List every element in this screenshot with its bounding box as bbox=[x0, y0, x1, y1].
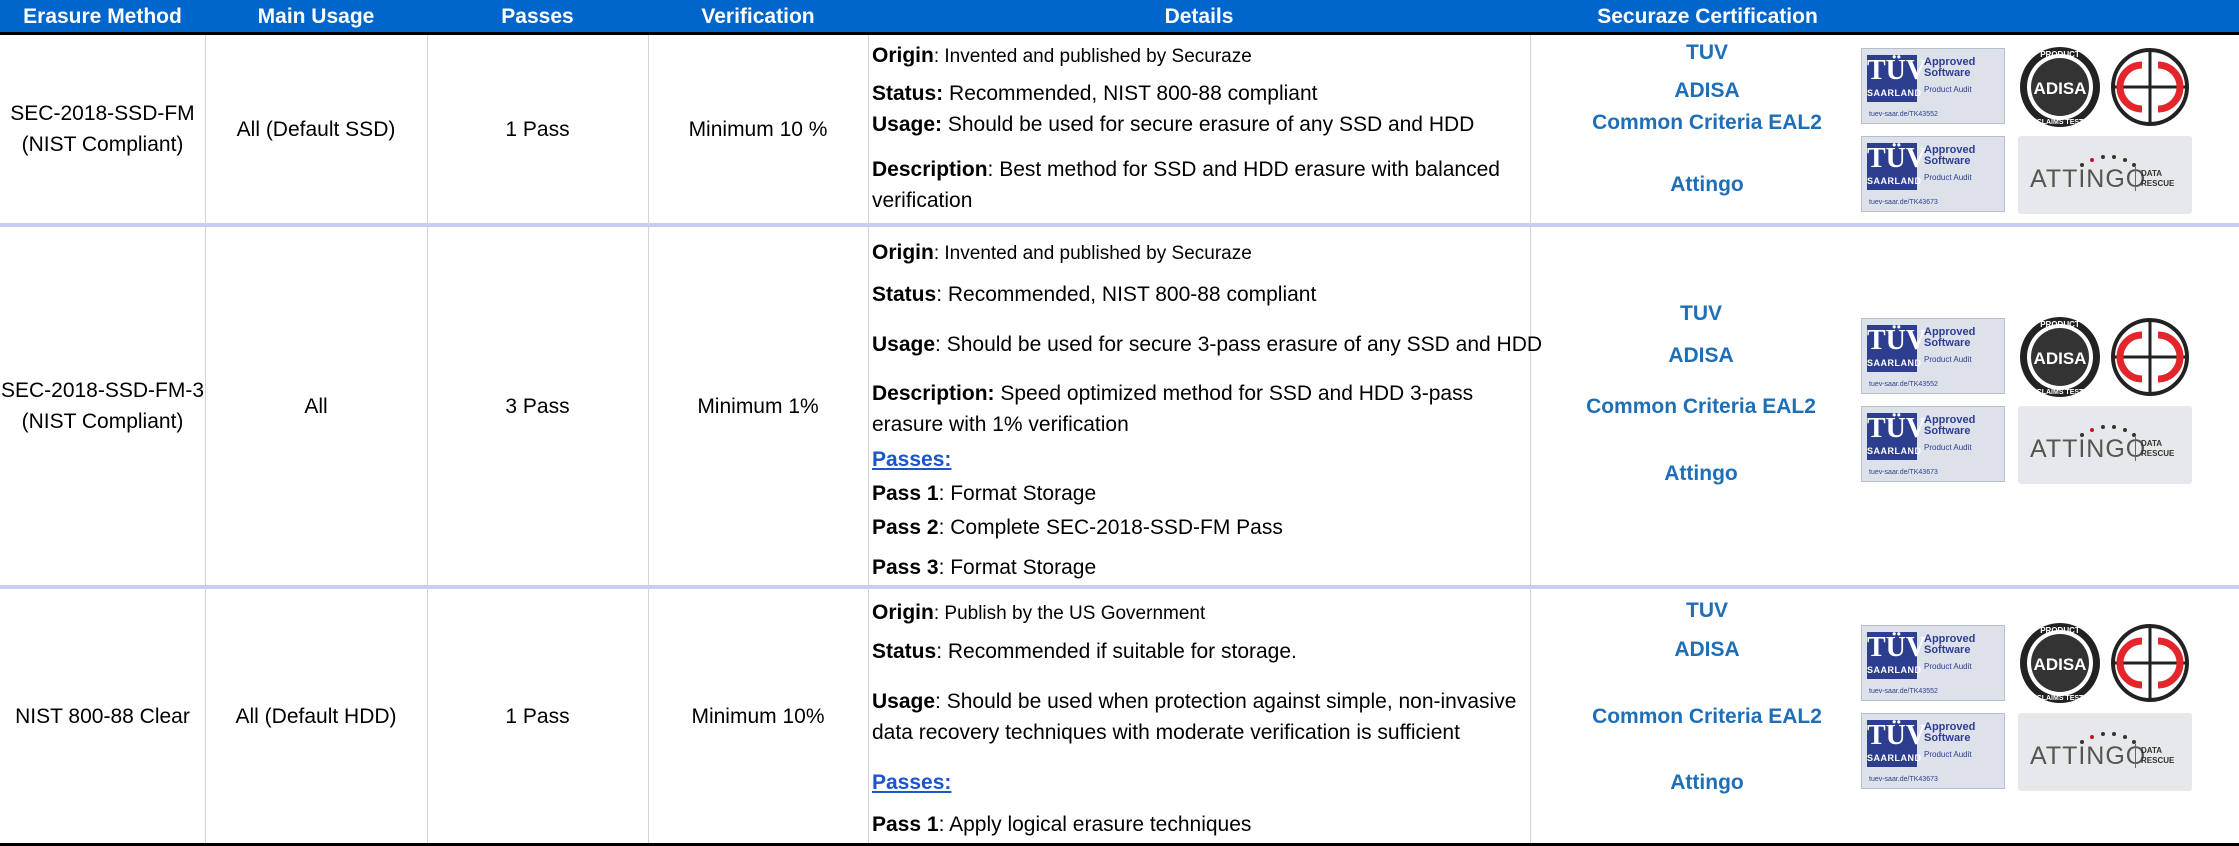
cert-adisa: ADISA bbox=[1668, 344, 1734, 367]
cert-tuv: TUV bbox=[1686, 599, 1728, 622]
method-name: SEC-2018-SSD-FM bbox=[10, 102, 195, 125]
tuv-logo: TÜV SAARLAND Approved Software Product Aud… bbox=[1861, 406, 2005, 482]
cert-common-criteria: Common Criteria EAL2 bbox=[1592, 111, 1822, 134]
detail-pass-1: Pass 1: Format Storage bbox=[872, 482, 1097, 505]
svg-text:ADISA: ADISA bbox=[2034, 349, 2087, 368]
tuv-logo: TÜV SAARLAND Approved Software Product Aud… bbox=[1861, 136, 2005, 212]
spreadsheet: Erasure Method Main Usage Passes Verific… bbox=[0, 0, 2239, 846]
cell-passes[interactable]: 3 Pass bbox=[427, 227, 648, 585]
cert-common-criteria: Common Criteria EAL2 bbox=[1586, 395, 1816, 418]
header-main-usage[interactable]: Main Usage bbox=[205, 0, 427, 32]
cell-erasure-method[interactable]: SEC-2018-SSD-FM-3 (NIST Compliant) bbox=[0, 227, 205, 585]
detail-usage: Usage: Should be used when protection ag… bbox=[872, 690, 1517, 744]
detail-status: Status: Recommended, NIST 800-88 complia… bbox=[872, 82, 1318, 105]
detail-origin: Origin: Invented and published by Secura… bbox=[872, 241, 1252, 264]
cell-verification[interactable]: Minimum 10 % bbox=[648, 35, 868, 223]
cell-main-usage[interactable]: All (Default HDD) bbox=[205, 589, 427, 843]
tuv-logo: TÜV SAARLAND Approved Software Product Aud… bbox=[1861, 625, 2005, 701]
cell-main-usage[interactable]: All bbox=[205, 227, 427, 585]
cell-erasure-method[interactable]: NIST 800-88 Clear bbox=[0, 589, 205, 843]
detail-status: Status: Recommended if suitable for stor… bbox=[872, 640, 1297, 663]
common-criteria-logo bbox=[2111, 624, 2189, 702]
detail-description: Description: Best method for SSD and HDD… bbox=[872, 158, 1500, 212]
cell-verification[interactable]: Minimum 10% bbox=[648, 589, 868, 843]
svg-text:PRODUCT: PRODUCT bbox=[2040, 626, 2080, 635]
header-details[interactable]: Details bbox=[868, 0, 1530, 32]
cert-attingo: Attingo bbox=[1670, 173, 1744, 196]
adisa-logo: PRODUCT ADISA CLAIMS TEST bbox=[2020, 317, 2100, 397]
cell-passes[interactable]: 1 Pass bbox=[427, 35, 648, 223]
svg-text:CLAIMS TEST: CLAIMS TEST bbox=[2037, 695, 2084, 702]
method-compliance: (NIST Compliant) bbox=[21, 410, 184, 433]
cert-common-criteria: Common Criteria EAL2 bbox=[1592, 705, 1822, 728]
cell-verification[interactable]: Minimum 1% bbox=[648, 227, 868, 585]
method-compliance: (NIST Compliant) bbox=[21, 133, 184, 156]
detail-origin: Origin: Invented and published by Secura… bbox=[872, 44, 1252, 67]
detail-pass-1: Pass 1: Apply logical erasure techniques bbox=[872, 813, 1252, 836]
common-criteria-logo bbox=[2111, 318, 2189, 396]
cert-adisa: ADISA bbox=[1674, 638, 1740, 661]
detail-pass-2: Pass 2: Complete SEC-2018-SSD-FM Pass bbox=[872, 516, 1283, 539]
cell-main-usage[interactable]: All (Default SSD) bbox=[205, 35, 427, 223]
common-criteria-logo bbox=[2111, 48, 2189, 126]
attingo-logo: ATTINGO DATA RESCUE bbox=[2018, 713, 2192, 791]
svg-text:CLAIMS TEST: CLAIMS TEST bbox=[2037, 389, 2084, 396]
passes-link[interactable]: Passes: bbox=[872, 444, 951, 475]
cert-attingo: Attingo bbox=[1670, 771, 1744, 794]
tuv-logo: TÜV SAARLAND Approved Software Product Aud… bbox=[1861, 48, 2005, 124]
tuv-logo: TÜV SAARLAND Approved Software Product Aud… bbox=[1861, 318, 2005, 394]
cert-attingo: Attingo bbox=[1664, 462, 1738, 485]
passes-link[interactable]: Passes: bbox=[872, 767, 951, 798]
attingo-logo: ATTINGO DATA RESCUE bbox=[2018, 136, 2192, 214]
gridline bbox=[868, 35, 869, 843]
detail-usage: Usage: Should be used for secure 3-pass … bbox=[872, 333, 1543, 356]
header-erasure-method[interactable]: Erasure Method bbox=[0, 0, 205, 32]
detail-description: Description: Speed optimized method for … bbox=[872, 382, 1474, 436]
header-passes[interactable]: Passes bbox=[427, 0, 648, 32]
svg-text:PRODUCT: PRODUCT bbox=[2040, 50, 2080, 59]
cert-adisa: ADISA bbox=[1674, 79, 1740, 102]
svg-text:ADISA: ADISA bbox=[2034, 655, 2087, 674]
method-name: SEC-2018-SSD-FM-3 bbox=[0, 379, 205, 402]
svg-text:ADISA: ADISA bbox=[2034, 79, 2087, 98]
header-securaze-certification[interactable]: Securaze Certification bbox=[1530, 0, 1885, 32]
attingo-logo: ATTINGO DATA RESCUE bbox=[2018, 406, 2192, 484]
cert-tuv: TUV bbox=[1680, 302, 1722, 325]
detail-origin: Origin: Publish by the US Government bbox=[872, 601, 1206, 624]
svg-text:CLAIMS TEST: CLAIMS TEST bbox=[2037, 119, 2084, 126]
cell-erasure-method[interactable]: SEC-2018-SSD-FM (NIST Compliant) bbox=[0, 35, 205, 223]
adisa-logo: PRODUCT ADISA CLAIMS TEST bbox=[2020, 623, 2100, 703]
table-header: Erasure Method Main Usage Passes Verific… bbox=[0, 0, 2239, 35]
detail-pass-3: Pass 3: Format Storage bbox=[872, 556, 1097, 579]
cell-passes[interactable]: 1 Pass bbox=[427, 589, 648, 843]
tuv-logo: TÜV SAARLAND Approved Software Product Aud… bbox=[1861, 713, 2005, 789]
detail-usage: Usage: Should be used for secure erasure… bbox=[872, 113, 1475, 136]
adisa-logo: PRODUCT ADISA CLAIMS TEST bbox=[2020, 47, 2100, 127]
svg-text:PRODUCT: PRODUCT bbox=[2040, 320, 2080, 329]
cert-tuv: TUV bbox=[1686, 41, 1728, 64]
header-verification[interactable]: Verification bbox=[648, 0, 868, 32]
detail-status: Status: Recommended, NIST 800-88 complia… bbox=[872, 283, 1317, 306]
